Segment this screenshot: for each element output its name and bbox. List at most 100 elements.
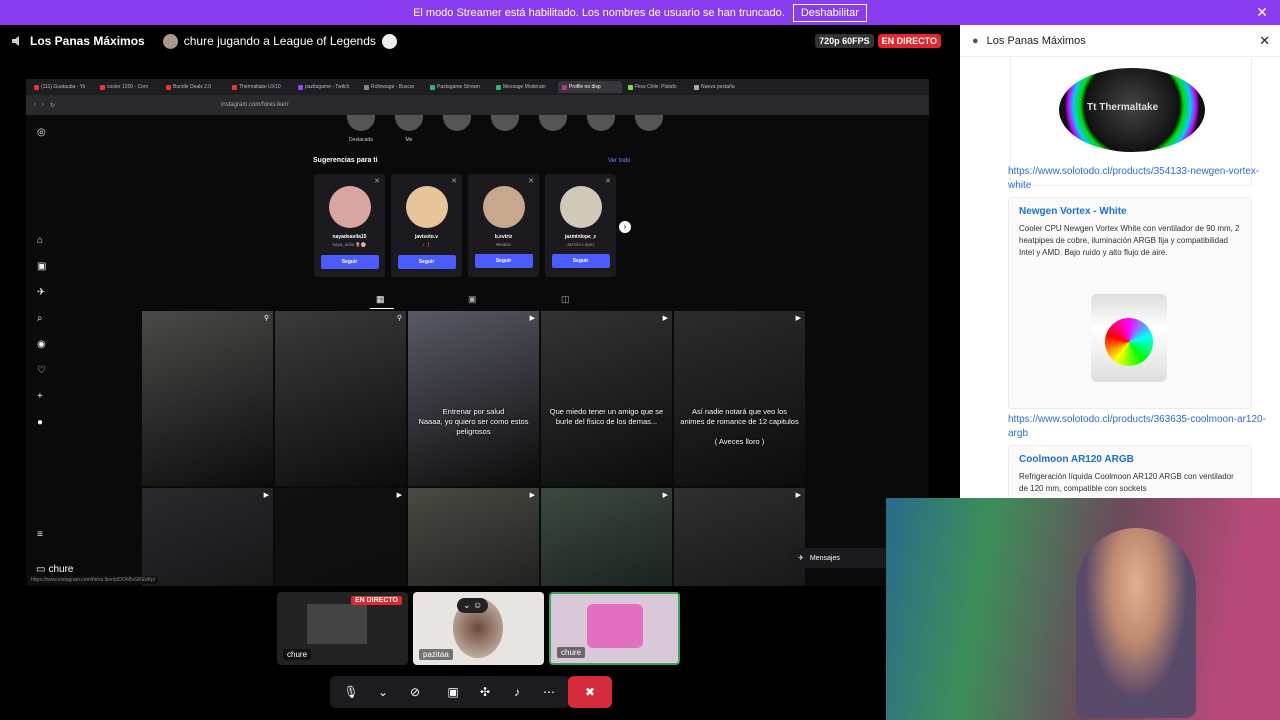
post-thumbnail[interactable]: ▶ [408, 488, 539, 586]
suggestion-username[interactable]: javisoto.v [391, 234, 462, 240]
browser-tab[interactable]: (111) Guatauba - Yo [30, 81, 94, 93]
microphone-icon[interactable]: 🎙 [340, 685, 362, 699]
soundboard-icon[interactable]: ♪ [506, 685, 528, 699]
close-icon[interactable]: ✕ [528, 177, 534, 185]
post-thumbnail[interactable]: ▶ Entrenar por salud Naaaa, yo quiero ser… [408, 311, 539, 486]
cooler-image[interactable] [1091, 294, 1167, 382]
browser-tab[interactable]: cooler 1200 - Com [96, 81, 160, 93]
suggestion-card[interactable]: ✕ jazminlope_z Jazmín López Seguir [545, 174, 616, 277]
post-thumbnail[interactable]: ▶ Así nadie notará que veo los animes de … [674, 311, 805, 486]
search-icon[interactable]: ⌕ [37, 313, 43, 324]
follow-button[interactable]: Seguir [474, 254, 533, 268]
tab-label: (111) Guatauba - Yo [41, 84, 86, 90]
highlight-item[interactable] [490, 115, 520, 143]
browser-tab[interactable]: Flow Chile: Platafo [624, 81, 688, 93]
browser-tab[interactable]: Rollowage - Buscar [360, 81, 424, 93]
post-thumbnail[interactable]: ⚲ [142, 311, 273, 486]
browser-tab[interactable]: Pastagame Stream [426, 81, 490, 93]
highlight-item[interactable] [634, 115, 664, 143]
post-thumbnail[interactable]: ▶ [142, 488, 273, 586]
highlight-item[interactable]: Destacada [346, 115, 376, 143]
browser-tab[interactable]: Bundle Deals 2.0 [162, 81, 226, 93]
home-icon[interactable]: ⌂ [37, 235, 43, 246]
instagram-logo-icon[interactable]: ◎ [37, 127, 46, 138]
shared-screen[interactable]: (111) Guatauba - Yo cooler 1200 - Com Bund… [26, 79, 929, 586]
menu-icon[interactable]: ≡ [37, 529, 43, 540]
participant-tile[interactable]: EN DIRECTO chure [277, 592, 408, 665]
post-thumbnail[interactable]: ⚲ [275, 311, 406, 486]
highlight-item[interactable] [538, 115, 568, 143]
suggestion-username[interactable]: jazminlope_z [545, 234, 616, 240]
follow-button[interactable]: Seguir [551, 254, 610, 268]
suggestion-card[interactable]: ✕ javisoto.v ♪ ❗ Seguir [391, 174, 462, 277]
avatar[interactable] [559, 186, 602, 228]
highlight-item[interactable]: Me [394, 115, 424, 143]
more-icon[interactable]: ⋯ [538, 685, 560, 699]
avatar[interactable] [328, 186, 371, 228]
post-thumbnail[interactable]: ▶ [275, 488, 406, 586]
stage-user-name: chure [48, 564, 74, 575]
post-thumbnail[interactable]: ▶ [674, 488, 805, 586]
participant-tile[interactable]: chure [549, 592, 680, 665]
close-icon[interactable]: ✕ [1256, 4, 1268, 21]
tab-label: Message Moderato [503, 84, 546, 90]
product-link-2[interactable]: https://www.solotodo.cl/products/363635-… [1008, 413, 1268, 441]
product-link-1[interactable]: https://www.solotodo.cl/products/354133-… [1008, 165, 1268, 193]
post-thumbnail[interactable]: ▶ [541, 488, 672, 586]
participant-tile[interactable]: ⌄ ☺ pazitaa [413, 592, 544, 665]
avatar[interactable] [405, 186, 448, 228]
chevron-down-icon[interactable]: ⌄ [372, 685, 394, 699]
close-icon[interactable]: ✕ [374, 177, 380, 185]
post-caption: Que miedo tener un amigo que se burle de… [549, 407, 664, 426]
activities-icon[interactable]: ✣ [474, 685, 496, 699]
explore-icon[interactable]: ◉ [37, 339, 46, 350]
highlight-item[interactable] [586, 115, 616, 143]
forward-icon[interactable]: › [42, 102, 44, 108]
grid-tab-icon[interactable]: ▦ [376, 294, 385, 305]
send-icon[interactable]: ✈ [37, 287, 45, 298]
instagram-nav: ◎ ⌂ ▣ ✈ ⌕ ◉ ♡ + ● ≡ [34, 123, 52, 583]
browser-tab[interactable]: Profile no disp [558, 81, 622, 93]
close-icon[interactable]: ✕ [1259, 33, 1270, 49]
live-badge: EN DIRECTO [877, 34, 941, 48]
post-thumbnail[interactable]: ▶ Que miedo tener un amigo que se burle d… [541, 311, 672, 486]
avatar[interactable] [482, 186, 525, 228]
chevron-right-icon[interactable]: › [619, 221, 631, 233]
close-icon[interactable]: ✕ [451, 177, 457, 185]
create-icon[interactable]: + [37, 391, 43, 402]
screen-share-icon[interactable]: ▣ [442, 685, 464, 699]
tagged-tab-icon[interactable]: ◫ [561, 294, 570, 305]
leave-call-button[interactable]: ✖ [568, 676, 612, 708]
embed2-title[interactable]: Coolmoon AR120 ARGB [1019, 454, 1241, 465]
follow-button[interactable]: Seguir [320, 255, 379, 269]
reel-icon: ▶ [795, 492, 801, 499]
suggestion-card[interactable]: ✕ b.evtriz •Beatriz Seguir [468, 174, 539, 277]
browser-tab[interactable]: Thermaltake UX10 [228, 81, 292, 93]
reels-tab-icon[interactable]: ▣ [468, 294, 477, 305]
suggestion-username[interactable]: nayadeavila15 [314, 234, 385, 240]
streamer-figure [1076, 528, 1196, 718]
reload-icon[interactable]: ↻ [50, 102, 55, 109]
suggestion-username[interactable]: b.evtriz [468, 234, 539, 240]
heart-icon[interactable]: ♡ [37, 365, 46, 376]
browser-tab[interactable]: pazitagame - Twitch [294, 81, 358, 93]
favicon-icon [364, 84, 369, 90]
follow-button[interactable]: Seguir [397, 255, 456, 269]
see-all-link[interactable]: Ver todo [608, 158, 630, 164]
suggestion-card[interactable]: ✕ nayadeavila15 naya_avila 🌷🌸 Seguir [314, 174, 385, 277]
close-icon[interactable]: ✕ [605, 177, 611, 185]
camera-off-icon[interactable]: ⊘ [404, 685, 426, 699]
participant-name: pazitaa [419, 649, 453, 660]
browser-tab[interactable]: Nueva pestaña [690, 81, 754, 93]
reels-icon[interactable]: ▣ [37, 261, 46, 272]
disable-streamer-button[interactable]: Deshabilitar [792, 3, 867, 22]
address-bar[interactable]: ‹ › ↻ instagram.com/fores.lker/ [26, 95, 929, 115]
highlight-item[interactable] [442, 115, 472, 143]
browser-tab[interactable]: Message Moderato [492, 81, 556, 93]
server-name[interactable]: Los Panas Máximos [30, 34, 145, 48]
profile-icon[interactable]: ● [37, 417, 43, 428]
reel-icon: ▶ [263, 492, 269, 499]
url-text[interactable]: instagram.com/fores.lker/ [221, 102, 288, 108]
embed1-title[interactable]: Newgen Vortex - White [1019, 206, 1241, 217]
back-icon[interactable]: ‹ [34, 102, 36, 108]
